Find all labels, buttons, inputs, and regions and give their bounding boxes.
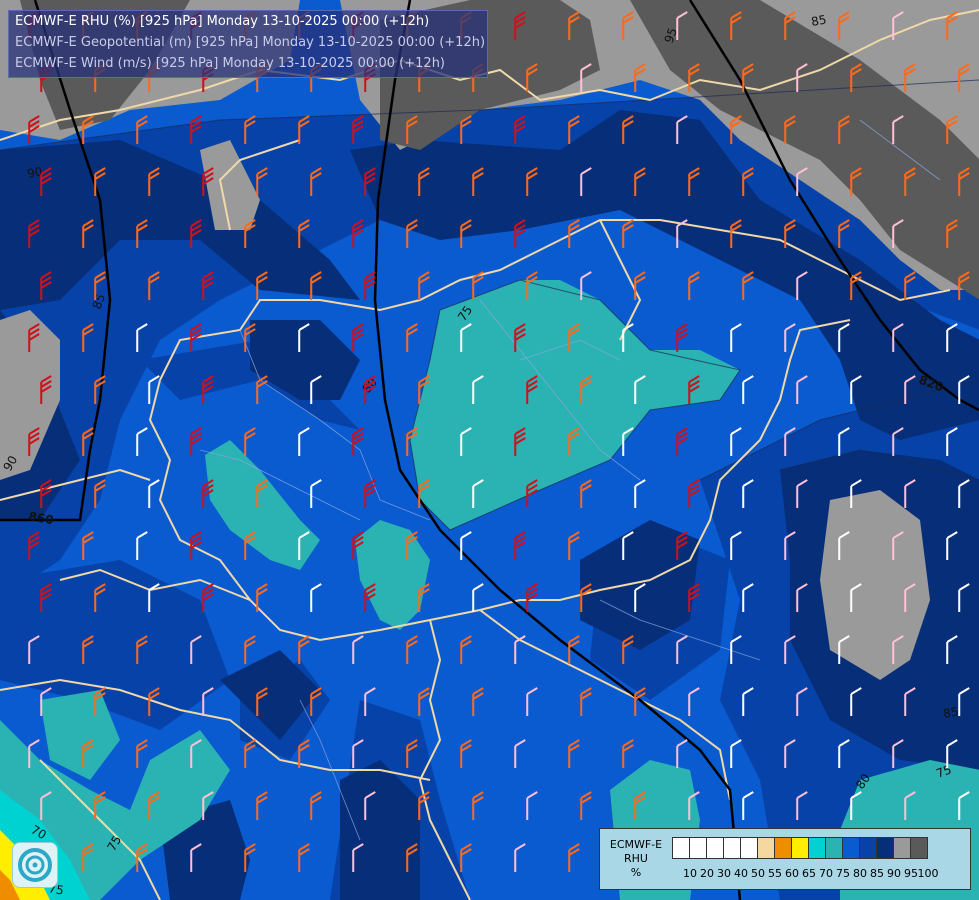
legend-tick-label: 70 [819, 867, 833, 880]
legend-title-variable: RHU [624, 852, 648, 865]
legend-swatch [910, 837, 928, 859]
ecmwf-swirl-icon [12, 842, 58, 888]
legend-title: ECMWF-E RHU % [604, 838, 668, 880]
title-geopotential: ECMWF-E Geopotential (m) [925 hPa] Monda… [15, 35, 486, 50]
legend-swatch [689, 837, 707, 859]
legend-tick-label: 65 [802, 867, 816, 880]
legend-tick-label: 75 [836, 867, 850, 880]
legend-swatch [672, 837, 690, 859]
legend-tick-label: 55 [768, 867, 782, 880]
color-legend: ECMWF-E RHU % 10 20 30 40 50 55 60 65 70 75 80 85 90… [599, 828, 971, 890]
rh-label: 85 [810, 13, 827, 29]
legend-tick-label: 20 [700, 867, 714, 880]
legend-swatch [842, 837, 860, 859]
legend-swatch [825, 837, 843, 859]
legend-tick-label: 60 [785, 867, 799, 880]
legend-tick-label: 40 [734, 867, 748, 880]
title-wind: ECMWF-E Wind (m/s) [925 hPa] Monday 13-1… [15, 56, 446, 71]
legend-swatch [774, 837, 792, 859]
weather-map: 95 90 90 85 80 75 75 85 80 85 75 70 75 8… [0, 0, 979, 900]
legend-swatch [740, 837, 758, 859]
legend-ticks: 10 20 30 40 50 55 60 65 70 75 80 85 90 95 100 [672, 867, 972, 881]
legend-swatches [672, 837, 928, 859]
legend-swatch [706, 837, 724, 859]
legend-swatch [859, 837, 877, 859]
title-panel: ECMWF-E RHU (%) [925 hPa] Monday 13-10-2… [8, 10, 488, 78]
legend-unit: % [630, 866, 642, 879]
legend-tick-label: 50 [751, 867, 765, 880]
legend-title-model: ECMWF-E [609, 838, 663, 851]
legend-tick-label: 100 [917, 867, 939, 880]
legend-tick-label: 95 [904, 867, 918, 880]
legend-swatch [757, 837, 775, 859]
legend-tick-label: 85 [870, 867, 884, 880]
legend-swatch [893, 837, 911, 859]
legend-swatch [876, 837, 894, 859]
legend-tick-label: 30 [717, 867, 731, 880]
legend-tick-label: 10 [683, 867, 697, 880]
legend-tick-label: 80 [853, 867, 867, 880]
legend-swatch [723, 837, 741, 859]
legend-swatch [808, 837, 826, 859]
legend-swatch [791, 837, 809, 859]
rh-label: 85 [942, 705, 959, 721]
legend-tick-label: 90 [887, 867, 901, 880]
title-rhu: ECMWF-E RHU (%) [925 hPa] Monday 13-10-2… [15, 14, 430, 29]
